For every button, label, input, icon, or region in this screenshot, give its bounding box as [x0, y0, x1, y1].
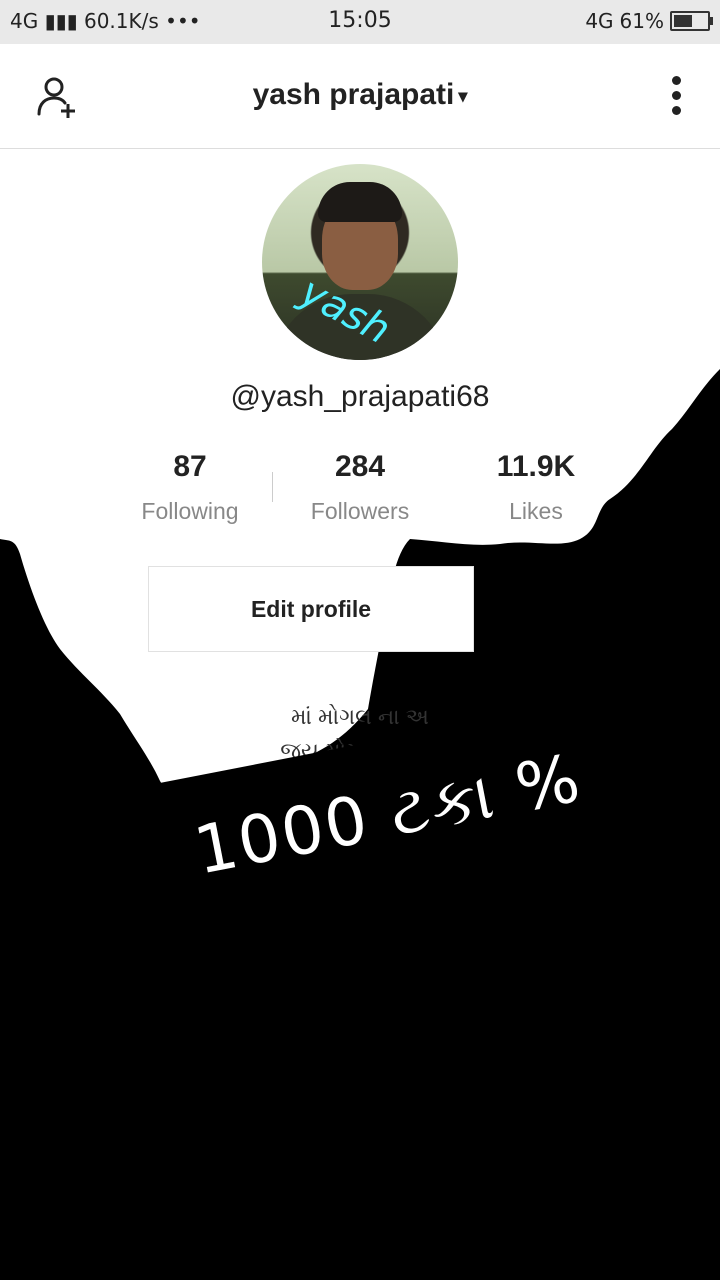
stat-value: 11.9K: [496, 450, 576, 483]
battery-fill: [674, 15, 693, 27]
page-title: yash prajapati: [252, 78, 455, 111]
stat-likes[interactable]: 11.9K Likes: [456, 450, 616, 525]
stat-value: 284: [334, 450, 386, 483]
stat-following[interactable]: 87 Following: [110, 450, 270, 525]
stat-label: Likes: [509, 498, 563, 524]
stat-label: Followers: [310, 498, 410, 524]
network-type-right: 4G: [585, 9, 614, 33]
edit-profile-button[interactable]: Edit profile: [148, 566, 474, 652]
chevron-down-icon: ▾: [458, 85, 468, 106]
stat-label: Following: [141, 498, 239, 524]
stat-divider: [272, 472, 273, 502]
profile-avatar[interactable]: yash: [262, 164, 458, 360]
battery-icon: [670, 11, 713, 31]
profile-handle: @yash_prajapati68: [230, 380, 490, 413]
battery-percent: 61%: [619, 9, 664, 33]
profile-header: yash prajapati ▾: [0, 44, 720, 149]
bio-line-1: માં મોગલ ના અ: [291, 704, 429, 729]
stat-followers[interactable]: 284 Followers: [280, 450, 440, 525]
profile-stats: 87 Following 284 Followers 11.9K Likes: [110, 450, 610, 530]
status-right: 4G 61%: [585, 9, 713, 33]
status-bar: 4G ▮▮▮ 60.1K/s ••• 15:05 4G 61%: [0, 0, 720, 44]
stat-value: 87: [173, 450, 207, 483]
username-switcher[interactable]: yash prajapati ▾: [0, 78, 720, 112]
more-vertical-icon[interactable]: [668, 76, 684, 122]
